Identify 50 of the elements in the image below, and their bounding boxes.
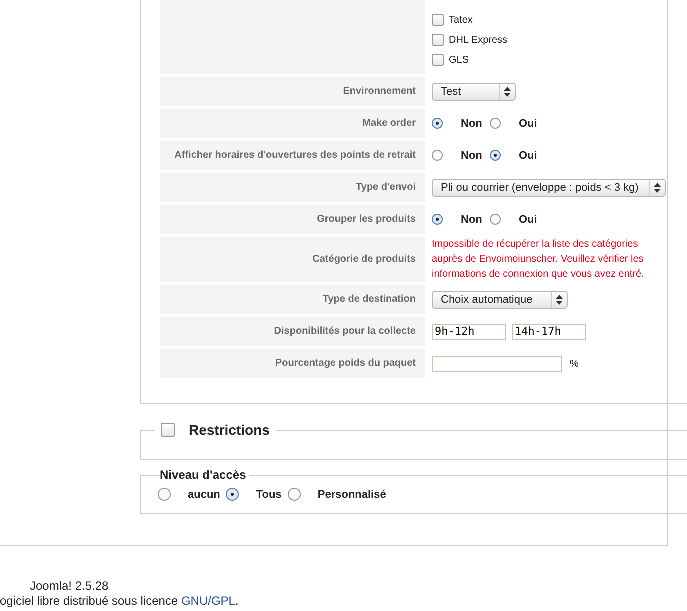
input-field[interactable]	[432, 356, 562, 372]
field-label: Grouper les produits	[160, 205, 425, 234]
checkbox[interactable]	[432, 54, 444, 66]
radio-label: Non	[461, 214, 484, 226]
radio-button[interactable]	[490, 150, 501, 161]
updown-arrows-icon	[504, 86, 511, 96]
radio-label: Non	[461, 150, 484, 162]
license-link[interactable]: GNU/GPL	[181, 594, 236, 608]
checkbox-label: GLS	[449, 54, 470, 66]
radio-button[interactable]	[432, 150, 443, 161]
field-label: Disponibilités pour la collecte	[160, 317, 425, 346]
error-message: Impossible de récupérer la liste des catégories auprès de Envoimoiunscher. Veuillez vérifier les informations de connexion que vous avez entré.	[432, 238, 646, 282]
radio-label: Non	[461, 118, 484, 130]
field-label: Type d'envoi	[160, 173, 425, 202]
section-title: Restrictions	[189, 422, 270, 438]
radio-button[interactable]	[432, 214, 443, 225]
checkbox[interactable]	[432, 34, 444, 46]
field-label: Catégorie de produits	[160, 237, 425, 282]
field-label: Make order	[160, 109, 425, 138]
checkbox-label: Tatex	[449, 14, 473, 26]
field-label: Environnement	[160, 77, 425, 106]
input-field[interactable]: 9h-12h	[432, 324, 506, 340]
select-dropdown[interactable]: Pli ou courrier (enveloppe : poids < 3 kg)	[432, 178, 666, 196]
radio-label: Oui	[519, 150, 538, 162]
select-dropdown[interactable]: Test	[432, 82, 516, 100]
radio-button[interactable]	[288, 488, 301, 501]
field-label: Afficher horaires d'ouvertures des points de retrait	[160, 141, 425, 170]
field-label: Pourcentage poids du paquet	[160, 349, 425, 378]
updown-arrows-icon	[654, 182, 661, 192]
radio-button[interactable]	[226, 488, 240, 501]
radio-button[interactable]	[158, 488, 171, 501]
radio-label: Oui	[519, 118, 538, 130]
radio-button[interactable]	[490, 214, 501, 225]
updown-arrows-icon	[556, 294, 563, 304]
radio-button[interactable]	[432, 118, 443, 129]
checkbox[interactable]	[161, 423, 175, 437]
section-title: Niveau d'accès	[160, 468, 248, 482]
radio-label: Personnalisé	[318, 488, 386, 500]
checkbox-label: DHL Express	[449, 34, 508, 46]
input-field[interactable]: 14h-17h	[512, 324, 586, 340]
unit-label: %	[570, 359, 579, 370]
version-text: Joomla! 2.5.28	[29, 579, 110, 593]
license-text: ogiciel libre distribué sous licence GNU/GPL.	[0, 594, 240, 608]
select-dropdown[interactable]: Choix automatique	[432, 290, 568, 308]
radio-label: Tous	[256, 488, 282, 500]
radio-label: Oui	[519, 214, 538, 226]
radio-label: aucun	[188, 488, 220, 500]
field-label: Type de destination	[160, 285, 425, 314]
radio-button[interactable]	[490, 118, 501, 129]
checkbox[interactable]	[432, 14, 444, 26]
